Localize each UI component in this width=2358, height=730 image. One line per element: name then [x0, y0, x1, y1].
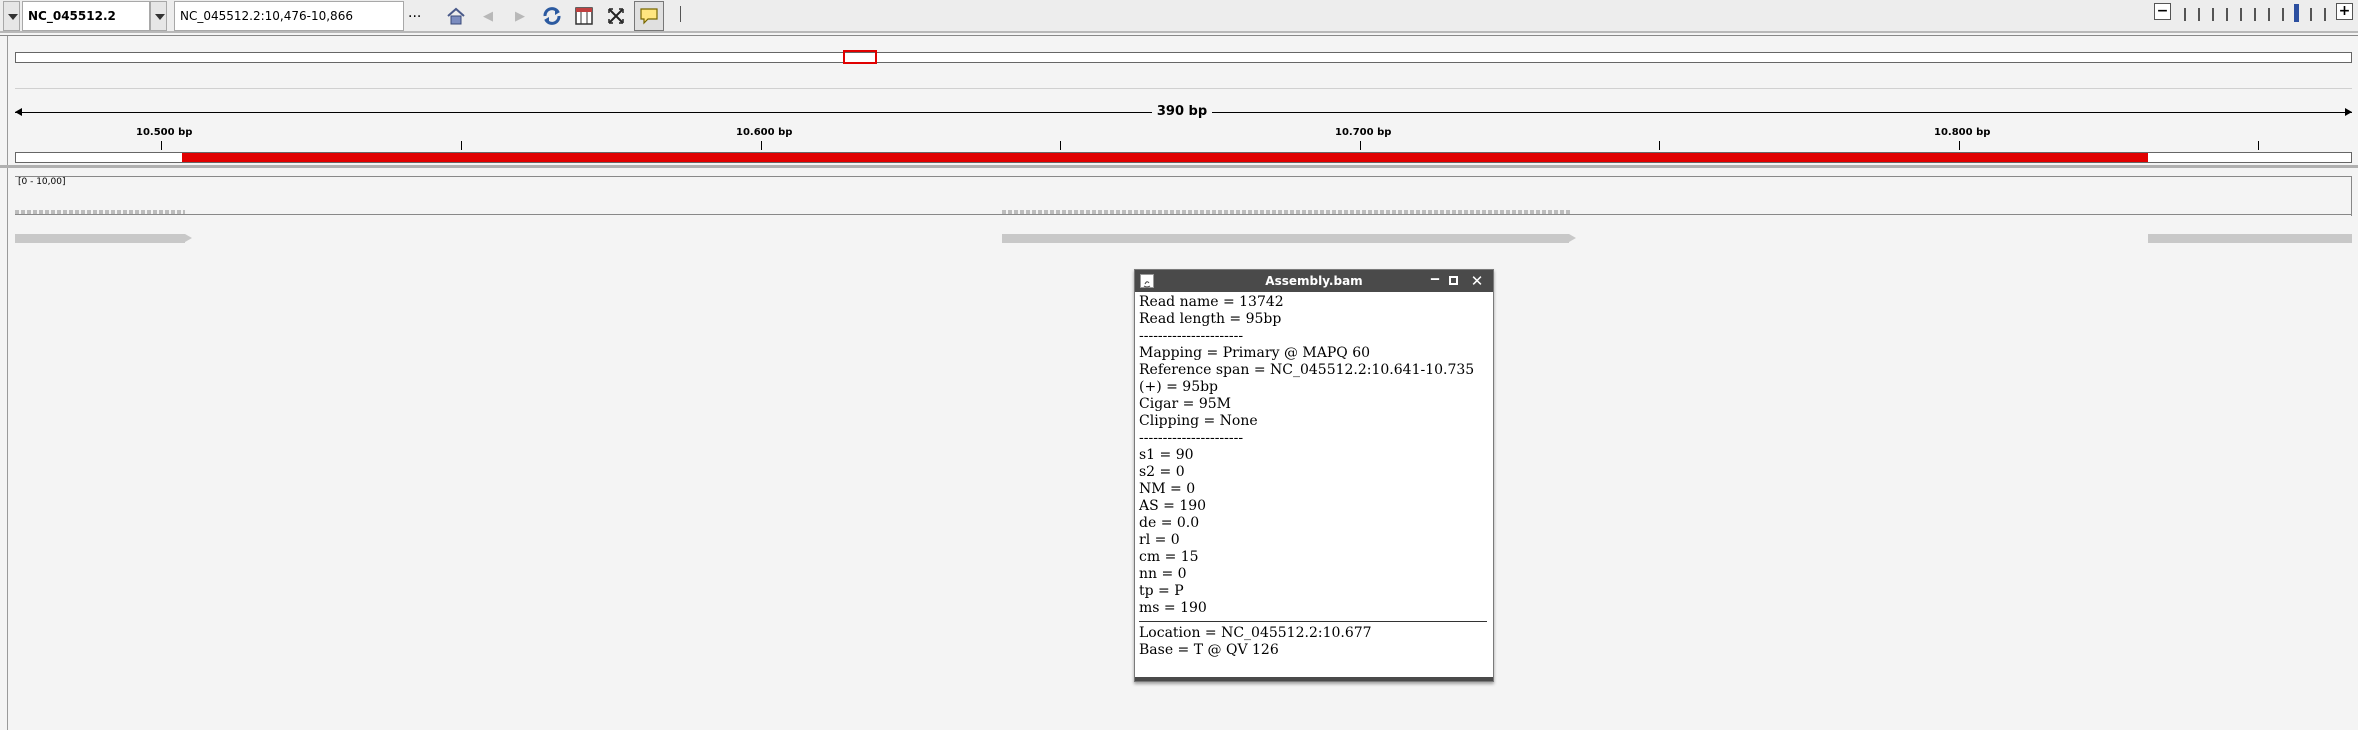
- coverage-bar: [1002, 210, 1572, 214]
- ruler-tick-label: 10.800 bp: [1934, 127, 1991, 138]
- read-details: Read name = 13742 Read length = 95bp -----…: [1139, 294, 1487, 617]
- zoom-tick[interactable]: [2184, 8, 2186, 21]
- zoom-in-button[interactable]: +: [2336, 3, 2353, 20]
- location-details: Location = NC_045512.2:10.677 Base = T @ …: [1139, 625, 1487, 659]
- popup-bottom-border: [1135, 677, 1493, 681]
- popup-content: Read name = 13742 Read length = 95bp -----…: [1139, 294, 1487, 674]
- popup-line: s2 = 0: [1139, 464, 1185, 480]
- coverage-bar: [15, 210, 185, 214]
- popup-line: (+) = 95bp: [1139, 379, 1219, 395]
- ruler-tick: [461, 141, 462, 150]
- popup-line: Clipping = None: [1139, 413, 1258, 429]
- popup-line: ----------------------: [1139, 328, 1244, 344]
- span-label: 390 bp: [1152, 104, 1212, 120]
- zoom-tick[interactable]: [2226, 8, 2228, 21]
- popup-line: NM = 0: [1139, 481, 1196, 497]
- popup-line: Mapping = Primary @ MAPQ 60: [1139, 345, 1371, 361]
- zoom-tick[interactable]: [2254, 8, 2256, 21]
- chromosome-select[interactable]: NC_045512.2: [22, 1, 150, 31]
- forward-icon[interactable]: ▶: [506, 2, 534, 30]
- popup-separator: [1139, 621, 1487, 622]
- arrow-left-icon: [15, 108, 22, 116]
- panel-divider[interactable]: [0, 165, 2358, 168]
- popup-line: Read length = 95bp: [1139, 311, 1282, 327]
- popup-line: Cigar = 95M: [1139, 396, 1231, 412]
- ruler-tick: [161, 141, 162, 150]
- chromosome-ideogram[interactable]: [15, 52, 2352, 63]
- popup-titlebar[interactable]: Assembly.bam ‒ ✕: [1135, 270, 1493, 292]
- zoom-out-button[interactable]: −: [2154, 3, 2171, 20]
- gene-feature[interactable]: [182, 153, 2148, 162]
- read-alignment[interactable]: [2148, 234, 2352, 243]
- locus-input[interactable]: NC_045512.2:10,476-10,866: [174, 1, 404, 31]
- popup-line: Base = T @ QV 126: [1139, 642, 1279, 658]
- genome-dropdown-button[interactable]: [3, 1, 20, 31]
- read-alignment[interactable]: [15, 234, 185, 243]
- ruler-tick: [1659, 141, 1660, 150]
- zoom-slider-thumb[interactable]: [2294, 4, 2299, 22]
- ruler-tick-label: 10.700 bp: [1335, 127, 1392, 138]
- maximize-icon[interactable]: [1449, 276, 1458, 285]
- ideogram-separator: [15, 88, 2352, 89]
- coverage-baseline: [15, 214, 2352, 215]
- zoom-tick[interactable]: [2240, 8, 2242, 21]
- popup-line: Read name = 13742: [1139, 294, 1284, 310]
- popup-line: nn = 0: [1139, 566, 1187, 582]
- ruler-tick-label: 10.600 bp: [736, 127, 793, 138]
- more-button[interactable]: ...: [408, 5, 428, 21]
- popup-behavior-icon[interactable]: [634, 1, 664, 31]
- popup-line: ----------------------: [1139, 430, 1244, 446]
- chevron-down-icon: [8, 14, 18, 20]
- region-navigator-icon[interactable]: [570, 2, 598, 30]
- popup-line: de = 0.0: [1139, 515, 1200, 531]
- panel-top-border: [0, 35, 2358, 36]
- minimize-icon[interactable]: ‒: [1427, 271, 1443, 291]
- popup-line: ms = 190: [1139, 600, 1207, 616]
- home-icon[interactable]: [442, 2, 470, 30]
- popup-line: rl = 0: [1139, 532, 1180, 548]
- resize-icon[interactable]: [602, 2, 630, 30]
- panel-left-border: [7, 35, 8, 730]
- popup-line: cm = 15: [1139, 549, 1199, 565]
- toolbar-divider: [680, 6, 681, 22]
- read-alignment[interactable]: [1002, 234, 1569, 243]
- ruler-tick: [1360, 141, 1361, 150]
- arrow-right-icon: [2345, 108, 2352, 116]
- zoom-tick[interactable]: [2282, 8, 2284, 21]
- ruler-tick-label: 10.500 bp: [136, 127, 193, 138]
- zoom-tick[interactable]: [2212, 8, 2214, 21]
- read-direction-icon: [185, 234, 192, 242]
- popup-line: Location = NC_045512.2:10.677: [1139, 625, 1372, 641]
- zoom-tick[interactable]: [2310, 8, 2312, 21]
- back-icon[interactable]: ◀: [474, 2, 502, 30]
- ruler-tick: [1959, 141, 1960, 150]
- popup-line: Reference span = NC_045512.2:10.641-10.7…: [1139, 362, 1475, 378]
- chromosome-dropdown-button[interactable]: [150, 1, 167, 31]
- ruler-tick: [761, 141, 762, 150]
- zoom-tick[interactable]: [2268, 8, 2270, 21]
- refresh-icon[interactable]: [538, 2, 566, 30]
- ruler-tick: [2258, 141, 2259, 150]
- read-info-popup[interactable]: Assembly.bam ‒ ✕ Read name = 13742 Read l…: [1134, 269, 1494, 682]
- close-icon[interactable]: ✕: [1469, 272, 1485, 290]
- popup-line: s1 = 90: [1139, 447, 1194, 463]
- coverage-data-range: [0 - 10,00]: [18, 177, 66, 187]
- current-region-box[interactable]: [843, 50, 877, 64]
- zoom-tick[interactable]: [2324, 8, 2326, 21]
- toolbar: NC_045512.2 NC_045512.2:10,476-10,866 ..…: [0, 0, 2358, 33]
- chevron-down-icon: [155, 14, 165, 20]
- popup-line: tp = P: [1139, 583, 1184, 599]
- read-direction-icon: [1569, 234, 1576, 242]
- ruler-tick: [1060, 141, 1061, 150]
- popup-line: AS = 190: [1139, 498, 1207, 514]
- zoom-tick[interactable]: [2198, 8, 2200, 21]
